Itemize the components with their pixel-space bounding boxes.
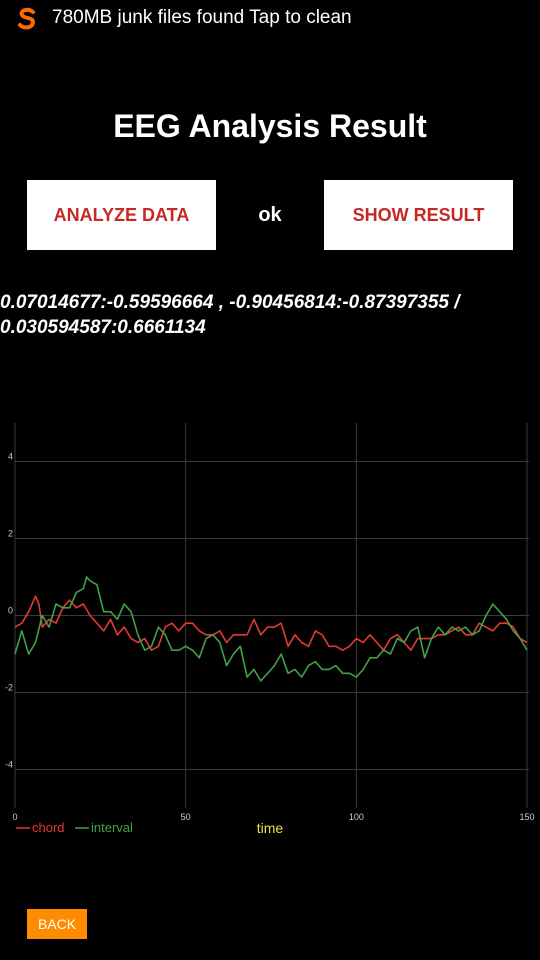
notification-bar[interactable]: 780MB junk files found Tap to clean xyxy=(0,0,540,36)
y-tick-label: 2 xyxy=(8,529,13,539)
y-tick-label: 0 xyxy=(8,606,13,616)
x-tick-label: 50 xyxy=(181,812,191,822)
result-readout: 0.07014677:-0.59596664 , -0.90456814:-0.… xyxy=(0,290,540,340)
x-tick-label: 100 xyxy=(349,812,364,822)
app-logo-icon xyxy=(18,7,36,30)
y-tick-label: -2 xyxy=(5,683,13,693)
eeg-line-chart: 0 50 100 150 4 2 0 -2 -4 chord interval time xyxy=(5,423,535,836)
back-button[interactable]: BACK xyxy=(27,909,87,939)
y-tick-label: -4 xyxy=(5,760,13,770)
x-axis-title: time xyxy=(257,820,284,836)
x-tick-label: 150 xyxy=(519,812,534,822)
readout-line-2: 0.030594587:0.6661134 xyxy=(0,317,206,338)
series-line-interval xyxy=(14,576,528,682)
legend-label-chord: chord xyxy=(32,820,65,835)
y-tick-label: 4 xyxy=(8,452,13,462)
x-tick-label: 0 xyxy=(12,812,17,822)
notification-message: 780MB junk files found Tap to clean xyxy=(52,7,352,28)
series-line-chord xyxy=(14,595,528,651)
legend-label-interval: interval xyxy=(91,820,133,835)
show-result-button[interactable]: SHOW RESULT xyxy=(324,180,513,250)
status-text: ok xyxy=(258,203,282,226)
page-title: EEG Analysis Result xyxy=(113,108,427,144)
analyze-data-button[interactable]: ANALYZE DATA xyxy=(27,180,216,250)
readout-line-1: 0.07014677:-0.59596664 , -0.90456814:-0.… xyxy=(0,292,460,313)
